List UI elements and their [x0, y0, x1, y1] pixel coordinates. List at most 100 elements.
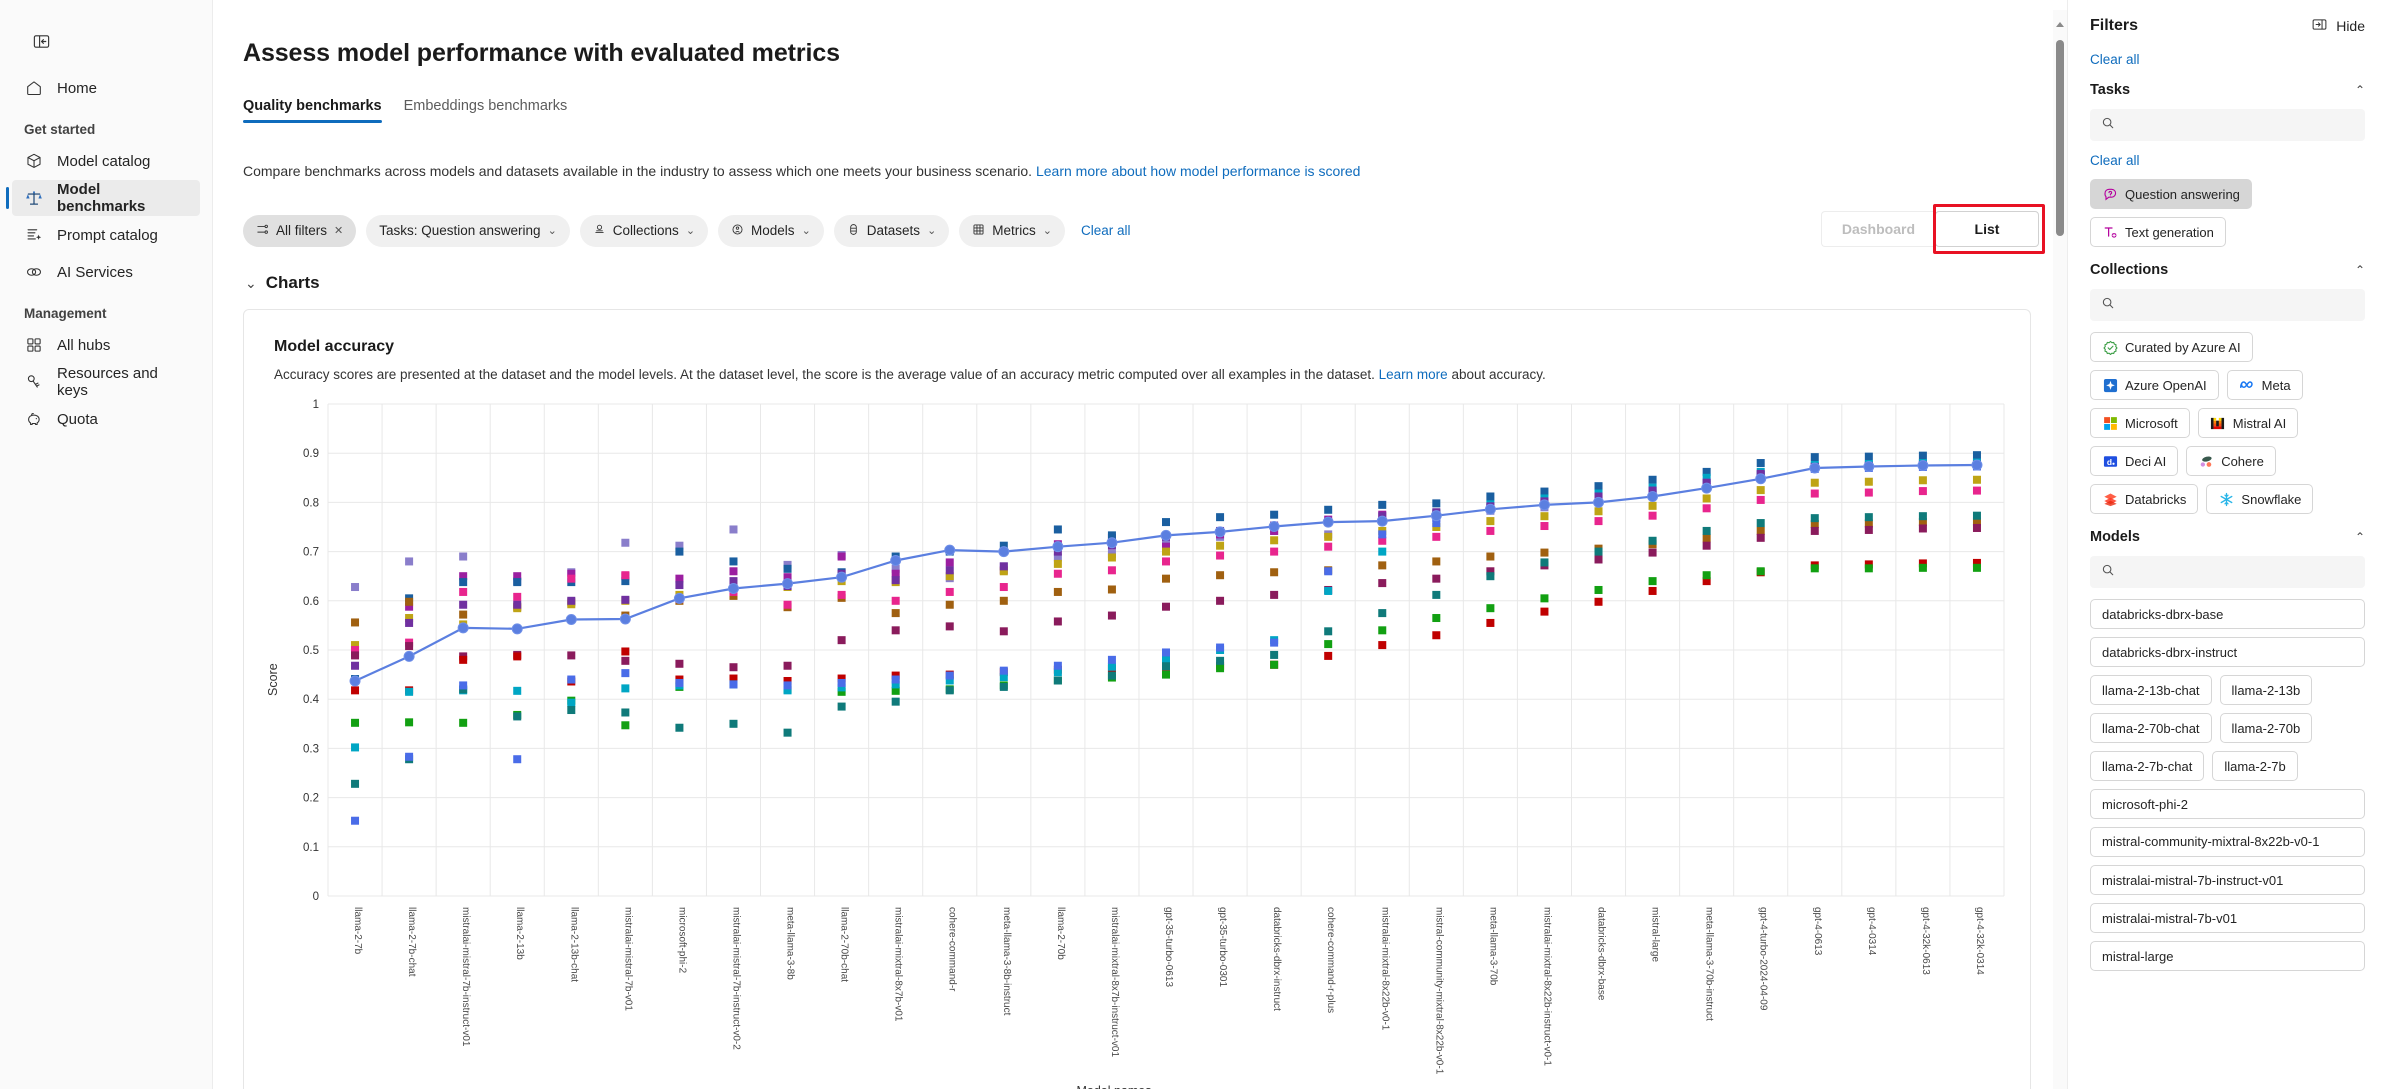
filters-section-models-header[interactable]: Models ⌃ — [2090, 529, 2365, 545]
charts-section-header[interactable]: ⌄ Charts — [235, 247, 2039, 293]
filters-section-tasks-header[interactable]: Tasks ⌃ — [2090, 82, 2365, 98]
model-chip-databricks-dbrx-instruct[interactable]: databricks-dbrx-instruct — [2090, 637, 2365, 667]
svg-text:gpt-35-turbo-0613: gpt-35-turbo-0613 — [1163, 907, 1174, 987]
sidebar-item-model-catalog[interactable]: Model catalog — [12, 143, 200, 179]
svg-text:0.5: 0.5 — [303, 645, 319, 657]
hide-filters-button[interactable]: Hide — [2311, 16, 2365, 36]
collection-chip-databricks[interactable]: Databricks — [2090, 484, 2199, 514]
sidebar-item-quota[interactable]: Quota — [12, 401, 200, 437]
filters-section-collections-title: Collections — [2090, 262, 2169, 278]
tasks-search-input[interactable] — [2124, 116, 2354, 134]
model-chip-mistral-community-mixtral-8x22b-v0-1[interactable]: mistral-community-mixtral-8x22b-v0-1 — [2090, 827, 2365, 857]
close-icon[interactable]: ✕ — [334, 224, 343, 237]
svg-text:databricks-dbrx-base: databricks-dbrx-base — [1596, 907, 1607, 1001]
search-icon — [2101, 563, 2115, 582]
scroll-up-icon[interactable] — [2056, 22, 2064, 27]
sidebar-item-model-benchmarks-label: Model benchmarks — [57, 181, 146, 215]
svg-text:meta-llama-3-70b: meta-llama-3-70b — [1487, 907, 1498, 986]
services-icon — [24, 262, 44, 282]
sidebar-item-ai-services[interactable]: AI Services — [12, 254, 200, 290]
collection-chip-meta-label: Meta — [2261, 377, 2291, 393]
model-chip-llama-2-13b-chat[interactable]: llama-2-13b-chat — [2090, 675, 2212, 705]
tasks-filter-chip[interactable]: Tasks: Question answering ⌄ — [366, 214, 570, 247]
chevron-down-icon: ⌄ — [547, 225, 557, 237]
task-chip-text-generation[interactable]: Text generation — [2090, 217, 2226, 247]
collections-filter-label: Collections — [612, 223, 679, 238]
scrollbar-thumb[interactable] — [2056, 40, 2064, 236]
sidebar-item-home-label: Home — [57, 79, 98, 97]
svg-text:gpt-4-0314: gpt-4-0314 — [1866, 907, 1877, 956]
svg-text:0.6: 0.6 — [303, 595, 319, 607]
model-chip-databricks-dbrx-base[interactable]: databricks-dbrx-base — [2090, 599, 2365, 629]
model-chip-mistralai-mistral-7b-v01[interactable]: mistralai-mistral-7b-v01 — [2090, 903, 2365, 933]
tab-embeddings-benchmarks[interactable]: Embeddings benchmarks — [404, 98, 568, 123]
main-scrollbar[interactable] — [2053, 10, 2067, 1089]
cube-icon — [24, 151, 44, 171]
model-chip-llama-2-7b-chat[interactable]: llama-2-7b-chat — [2090, 751, 2205, 781]
sidebar-item-prompt-catalog[interactable]: Prompt catalog — [12, 217, 200, 253]
sidebar-group-management: Management — [24, 306, 107, 321]
svg-text:cohere-command-r: cohere-command-r — [947, 907, 958, 992]
page-title: Assess model performance with evaluated … — [243, 38, 840, 67]
dashboard-view-button[interactable]: Dashboard — [1820, 210, 1935, 247]
collection-chip-snowflake[interactable]: Snowflake — [2206, 484, 2314, 514]
collection-chip-microsoft[interactable]: Microsoft — [2090, 408, 2190, 438]
collection-chip-cohere-label: Cohere — [2221, 453, 2264, 469]
collections-search-box[interactable] — [2090, 289, 2365, 321]
model-chip-llama-2-70b[interactable]: llama-2-70b — [2219, 713, 2313, 743]
collection-chip-curated-by-azure-ai[interactable]: Curated by Azure AI — [2090, 332, 2253, 362]
tasks-filter-label: Tasks: Question answering — [379, 223, 541, 238]
search-icon — [2101, 296, 2115, 315]
svg-text:meta-llama-3-8b: meta-llama-3-8b — [785, 907, 796, 980]
sidebar-item-all-hubs[interactable]: All hubs — [12, 327, 200, 363]
scatter-plot-svg[interactable]: 0 0.1 0.2 0.3 0.4 0.5 0.6 0.7 0.8 0.9 1 llama-2-7b l… — [274, 396, 2064, 1086]
list-view-button[interactable]: List — [1935, 210, 2039, 247]
task-chip-question-answering[interactable]: Question answering — [2090, 179, 2252, 209]
sidebar-item-home[interactable]: Home — [12, 70, 200, 106]
svg-text:0.3: 0.3 — [303, 743, 319, 755]
task-chip-question-answering-label: Question answering — [2125, 186, 2240, 202]
models-search-input[interactable] — [2124, 563, 2354, 581]
svg-text:meta-llama-3-8b-instruct: meta-llama-3-8b-instruct — [1001, 907, 1012, 1016]
svg-text:mistralai-mixtral-8x7b-v01: mistralai-mixtral-8x7b-v01 — [893, 907, 904, 1022]
datasets-filter-chip[interactable]: Datasets ⌄ — [833, 214, 950, 247]
collapse-navigation-icon[interactable] — [24, 24, 58, 58]
models-filter-label: Models — [751, 223, 795, 238]
sidebar-item-resources-and-keys[interactable]: Resources and keys — [12, 364, 200, 400]
svg-text:0.4: 0.4 — [303, 694, 320, 706]
collections-filter-chip[interactable]: Collections ⌄ — [579, 214, 709, 247]
tasks-clear-all-link[interactable]: Clear all — [2090, 153, 2365, 168]
models-chip-list: databricks-dbrx-base databricks-dbrx-ins… — [2090, 599, 2365, 971]
collections-search-input[interactable] — [2124, 296, 2354, 314]
collection-chip-mistral-ai[interactable]: Mistral AI — [2197, 408, 2299, 438]
model-chip-llama-2-13b[interactable]: llama-2-13b — [2219, 675, 2313, 705]
scales-icon — [24, 188, 44, 208]
collection-chip-meta[interactable]: Meta — [2226, 370, 2303, 400]
collection-chip-deci-ai[interactable]: d Deci AI — [2090, 446, 2179, 476]
metrics-filter-chip[interactable]: Metrics ⌄ — [959, 214, 1065, 247]
collection-chip-databricks-label: Databricks — [2125, 491, 2187, 507]
models-search-box[interactable] — [2090, 556, 2365, 588]
model-chip-mistral-large[interactable]: mistral-large — [2090, 941, 2365, 971]
svg-text:d: d — [2106, 456, 2111, 466]
tab-quality-benchmarks[interactable]: Quality benchmarks — [243, 98, 382, 123]
filters-clear-all-link[interactable]: Clear all — [2090, 52, 2365, 67]
learn-more-scoring-link[interactable]: Learn more about how model performance i… — [1036, 163, 1361, 179]
clear-all-filters-link[interactable]: Clear all — [1081, 223, 1131, 238]
model-chip-microsoft-phi-2[interactable]: microsoft-phi-2 — [2090, 789, 2365, 819]
tasks-search-box[interactable] — [2090, 109, 2365, 141]
model-chip-llama-2-70b-chat[interactable]: llama-2-70b-chat — [2090, 713, 2212, 743]
chevron-down-icon: ⌄ — [245, 274, 257, 291]
model-chip-llama-2-7b[interactable]: llama-2-7b — [2212, 751, 2298, 781]
sidebar-item-model-catalog-label: Model catalog — [57, 152, 151, 170]
models-filter-chip[interactable]: Models ⌄ — [718, 214, 824, 247]
collection-chip-cohere[interactable]: Cohere — [2186, 446, 2276, 476]
collection-chip-azure-openai[interactable]: Azure OpenAI — [2090, 370, 2219, 400]
all-filters-chip[interactable]: All filters ✕ — [243, 214, 357, 247]
learn-more-accuracy-link[interactable]: Learn more — [1379, 367, 1448, 382]
filters-section-collections-header[interactable]: Collections ⌃ — [2090, 262, 2365, 278]
sidebar-item-model-benchmarks[interactable]: Model benchmarks — [6, 180, 200, 216]
sidebar-item-ai-services-label: AI Services — [57, 263, 133, 281]
svg-text:1: 1 — [313, 399, 319, 411]
model-chip-mistralai-mistral-7b-instruct-v01[interactable]: mistralai-mistral-7b-instruct-v01 — [2090, 865, 2365, 895]
